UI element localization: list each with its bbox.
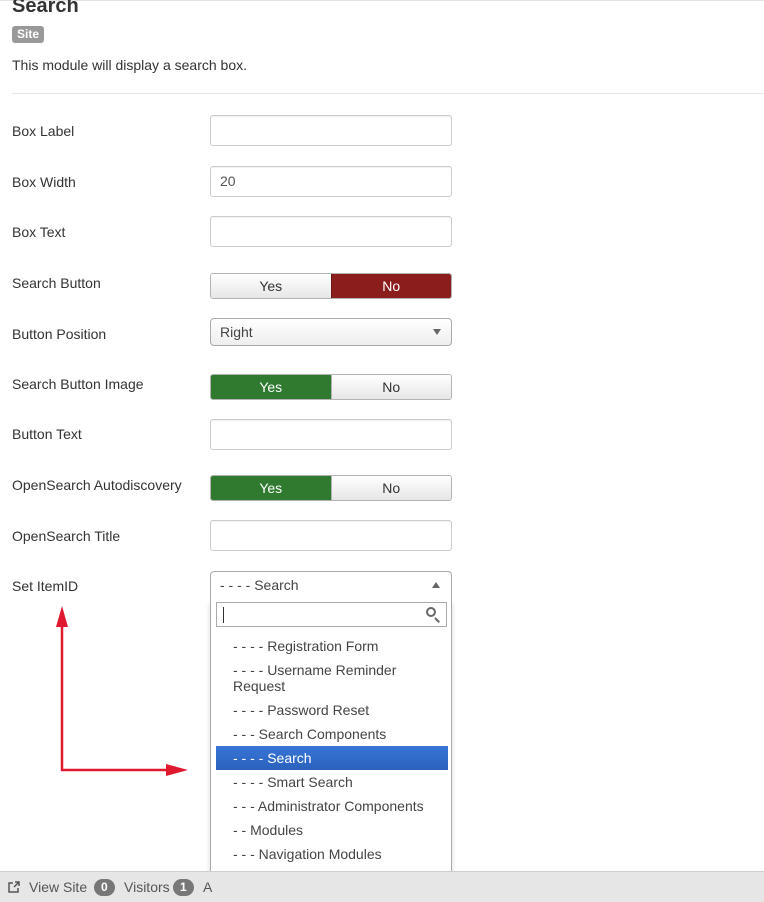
view-site-link[interactable]: View Site [29, 879, 87, 895]
status-footer: View Site 0 Visitors 1 A [0, 871, 764, 902]
admins-label: A [203, 879, 213, 895]
external-link-icon [8, 881, 20, 893]
annotation-arrowhead-up [56, 606, 68, 627]
visitors-count-badge: 0 [94, 879, 115, 896]
annotation-arrowhead-right [166, 764, 188, 776]
annotation-arrow [56, 606, 188, 776]
visitors-label: Visitors [124, 879, 170, 895]
annotation-arrow-line [60, 625, 170, 772]
admins-count-badge: 1 [173, 879, 194, 896]
